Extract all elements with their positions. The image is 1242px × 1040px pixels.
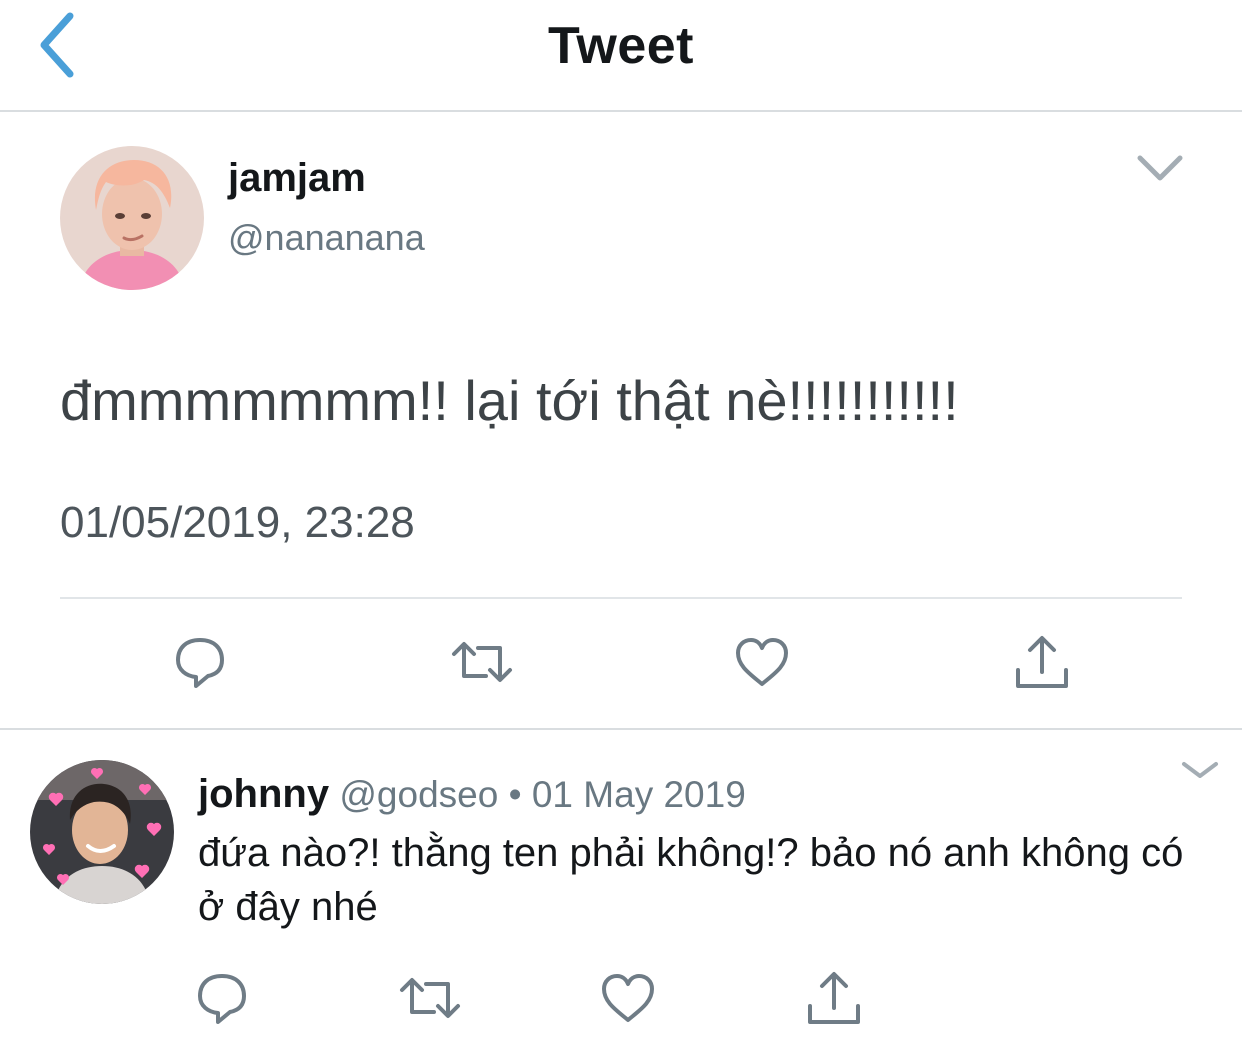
- share-icon: [808, 972, 860, 1024]
- author-name[interactable]: johnny: [198, 772, 329, 816]
- author-name[interactable]: jamjam: [228, 156, 366, 201]
- tweet-timestamp: 01/05/2019, 23:28: [60, 498, 415, 547]
- share-button[interactable]: [802, 966, 866, 1030]
- avatar[interactable]: [60, 146, 204, 290]
- chevron-down-icon: [1182, 762, 1218, 778]
- tweet-menu-button[interactable]: [1134, 150, 1186, 186]
- retweet-icon: [452, 642, 512, 682]
- like-icon: [602, 974, 654, 1022]
- share-icon: [1016, 636, 1068, 688]
- retweet-icon: [400, 978, 460, 1018]
- chevron-down-icon: [1137, 155, 1183, 181]
- reply-icon: [198, 974, 246, 1024]
- meta-separator: •: [508, 774, 522, 815]
- share-button[interactable]: [1010, 630, 1074, 694]
- tweet-text: đmmmmmmm!! lại tới thật nè!!!!!!!!!!!: [60, 369, 959, 432]
- divider: [0, 728, 1242, 730]
- reply-text: đứa nào?! thằng ten phải không!? bảo nó …: [198, 831, 1184, 929]
- reply-button[interactable]: [168, 630, 232, 694]
- author-handle[interactable]: @godseo: [339, 774, 498, 815]
- like-button[interactable]: [730, 630, 794, 694]
- reply-header: johnny @godseo • 01 May 2019: [198, 772, 746, 817]
- like-icon: [736, 638, 788, 686]
- reply-icon: [176, 638, 224, 688]
- reply-date: 01 May 2019: [531, 774, 746, 815]
- page-title: Tweet: [547, 17, 694, 75]
- author-handle[interactable]: @nananana: [228, 217, 425, 259]
- retweet-button[interactable]: [398, 966, 462, 1030]
- reply-menu-button[interactable]: [1180, 758, 1220, 782]
- avatar[interactable]: [30, 760, 174, 904]
- reply-button[interactable]: [190, 966, 254, 1030]
- like-button[interactable]: [596, 966, 660, 1030]
- retweet-button[interactable]: [450, 630, 514, 694]
- divider: [60, 597, 1182, 599]
